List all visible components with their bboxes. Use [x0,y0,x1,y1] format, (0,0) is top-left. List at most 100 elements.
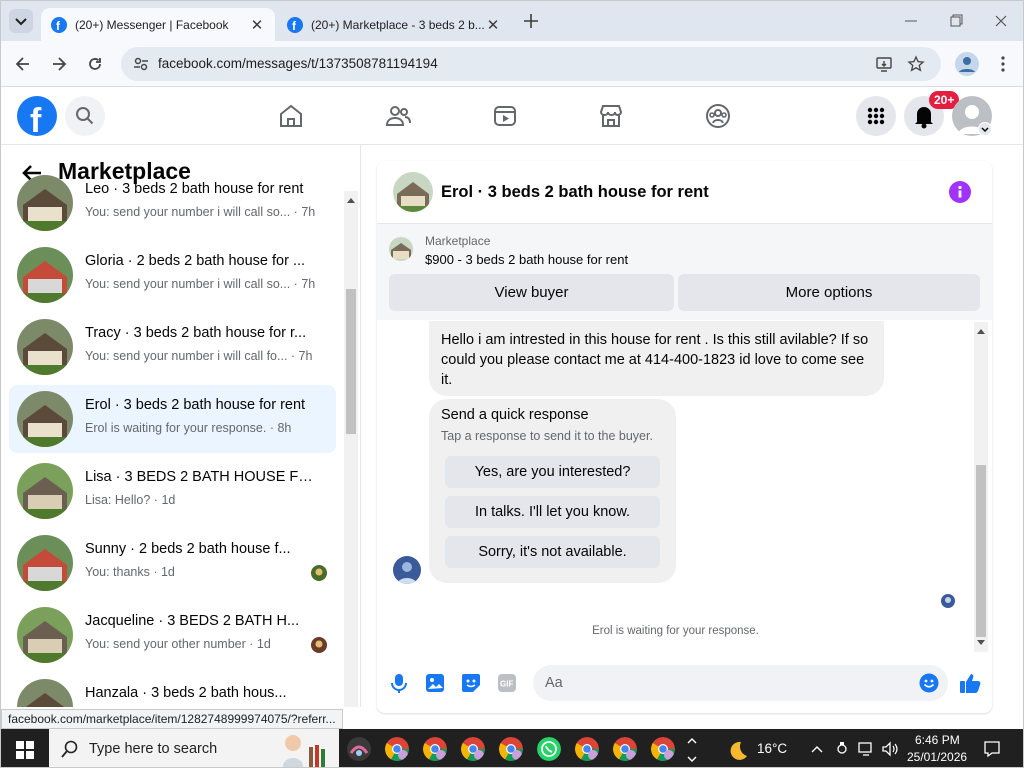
listing-thumbnail [17,319,73,375]
view-buyer-button[interactable]: View buyer [389,274,674,311]
conversation-preview: You: send your other number · 1d [85,637,325,651]
chrome-profile-icon[interactable] [613,737,637,761]
back-arrow-icon[interactable] [13,54,33,74]
site-settings-icon[interactable] [133,56,149,72]
house-thumbnail-icon [17,319,73,375]
conversation-name: Hanzala · 3 beds 2 bath hous... [85,685,287,701]
menu-button[interactable] [856,96,896,136]
kebab-menu-icon[interactable] [993,54,1013,74]
tab-messenger[interactable]: f (20+) Messenger | Facebook ✕ [41,8,275,41]
quick-reply-in-talks[interactable]: In talks. I'll let you know. [445,496,660,528]
chrome-profile-icon[interactable] [385,737,409,761]
chrome-profile-icon[interactable] [499,737,523,761]
conversation-row[interactable]: Sunny · 2 beds 2 bath house f... You: tha… [9,529,336,597]
incoming-message-bubble[interactable]: Hello i am intrested in this house for r… [429,321,884,396]
sticker-icon[interactable] [461,673,481,693]
chrome-profile-icon[interactable] [423,737,447,761]
emoji-icon[interactable] [919,673,939,693]
chat-scrollbar[interactable] [974,322,988,652]
search-icon [61,740,78,758]
sender-avatar[interactable] [393,556,421,584]
conversation-sidebar: Marketplace Leo · 3 beds 2 bath house fo… [1,145,361,707]
message-input[interactable]: Aa [533,665,948,701]
listing-thumb[interactable] [389,237,413,261]
scroll-up-icon[interactable] [347,197,355,203]
conversation-row[interactable]: Gloria · 2 beds 2 bath house for ... You:… [9,241,336,309]
profile-button[interactable] [955,52,979,76]
chat-header-thumb[interactable] [393,172,433,212]
gif-button[interactable]: GIF [498,674,516,692]
chrome-profile-icon[interactable] [575,737,599,761]
home-icon[interactable] [277,102,305,130]
conversation-row[interactable]: Jacqueline · 3 BEDS 2 BATH H... You: send… [9,601,336,669]
taskbar-overflow-icon[interactable] [685,731,699,767]
facebook-logo[interactable]: f [17,96,57,136]
scroll-up-icon[interactable] [977,328,985,334]
scrollbar-thumb[interactable] [976,465,986,637]
thumbs-up-icon[interactable] [958,671,982,695]
bookmark-star-icon[interactable] [907,55,925,73]
minimize-button[interactable] [901,11,921,31]
notification-center-icon[interactable] [983,740,1001,758]
volume-icon[interactable] [881,741,899,757]
tab-marketplace[interactable]: f (20+) Marketplace - 3 beds 2 b... ✕ [277,8,511,41]
svg-text:GIF: GIF [500,680,513,689]
forward-arrow-icon[interactable] [49,54,69,74]
quick-response-subtitle: Tap a response to send it to the buyer. [441,429,653,443]
quick-reply-interested[interactable]: Yes, are you interested? [445,456,660,488]
image-icon[interactable] [425,673,445,693]
scroll-down-icon[interactable] [977,640,985,646]
preview-separator: · [290,277,302,291]
seen-receipt-avatar [941,594,955,608]
video-icon[interactable] [491,102,519,130]
windows-start-icon[interactable] [16,741,34,759]
whatsapp-icon[interactable] [537,737,561,761]
account-chevron[interactable] [978,122,992,136]
tab-search-button[interactable] [9,9,33,33]
meet-now-icon[interactable] [834,741,850,757]
conversation-row[interactable]: Erol · 3 beds 2 bath house for rent Erol … [9,385,336,453]
reload-icon[interactable] [85,54,105,74]
sidebar-scrollbar[interactable] [344,191,358,707]
clock-time[interactable]: 6:46 PM [915,733,960,747]
scrollbar-thumb[interactable] [346,289,356,434]
preview-time: 1d [160,565,175,579]
chat-title[interactable]: Erol · 3 beds 2 bath house for rent [441,183,709,202]
address-bar[interactable]: facebook.com/messages/t/1373508781194194 [121,47,941,81]
clock-date[interactable]: 25/01/2026 [907,750,967,764]
more-options-button[interactable]: More options [678,274,980,311]
info-button[interactable] [949,181,971,203]
taskbar-search-box[interactable]: Type here to search [49,729,339,767]
conversation-row[interactable]: Leo · 3 beds 2 bath house for rent You: s… [9,169,336,237]
chrome-profile-icon[interactable] [651,737,675,761]
conversation-row[interactable]: Lisa · 3 BEDS 2 BATH HOUSE FO... Lisa: He… [9,457,336,525]
chevron-up-icon[interactable] [809,741,825,757]
restore-button[interactable] [946,11,966,31]
url-text[interactable]: facebook.com/messages/t/1373508781194194 [158,56,438,71]
install-app-icon[interactable] [875,55,893,73]
network-icon[interactable] [858,741,876,757]
conversation-preview: You: send your number i will call so... … [85,277,325,291]
browser-toolbar: facebook.com/messages/t/1373508781194194 [1,41,1023,87]
temperature[interactable]: 16°C [757,741,787,756]
friends-icon[interactable] [384,102,412,130]
chrome-profile-icon[interactable] [461,737,485,761]
search-highlight-icon [283,735,325,767]
microphone-icon[interactable] [389,673,409,693]
groups-icon[interactable] [704,102,732,130]
quick-reply-not-available[interactable]: Sorry, it's not available. [445,536,660,568]
listing-detail[interactable]: $900 - 3 beds 2 bath house for rent [425,252,628,267]
conversation-name: Lisa · 3 BEDS 2 BATH HOUSE FO... [85,469,317,485]
moon-weather-icon[interactable] [725,739,749,763]
listing-thumbnail [17,679,73,707]
marketplace-icon[interactable] [597,102,625,130]
close-tab-icon[interactable]: ✕ [485,16,501,34]
close-window-button[interactable] [991,11,1011,31]
close-tab-icon[interactable]: ✕ [249,16,265,34]
conversation-row[interactable]: Tracy · 3 beds 2 bath house for r... You:… [9,313,336,381]
conversation-preview: You: send your number i will call fo... … [85,349,325,363]
conversation-row[interactable]: Hanzala · 3 beds 2 bath hous... [9,673,336,707]
search-button[interactable] [65,96,105,136]
new-tab-button[interactable] [521,11,541,31]
app-icon[interactable] [347,737,371,761]
